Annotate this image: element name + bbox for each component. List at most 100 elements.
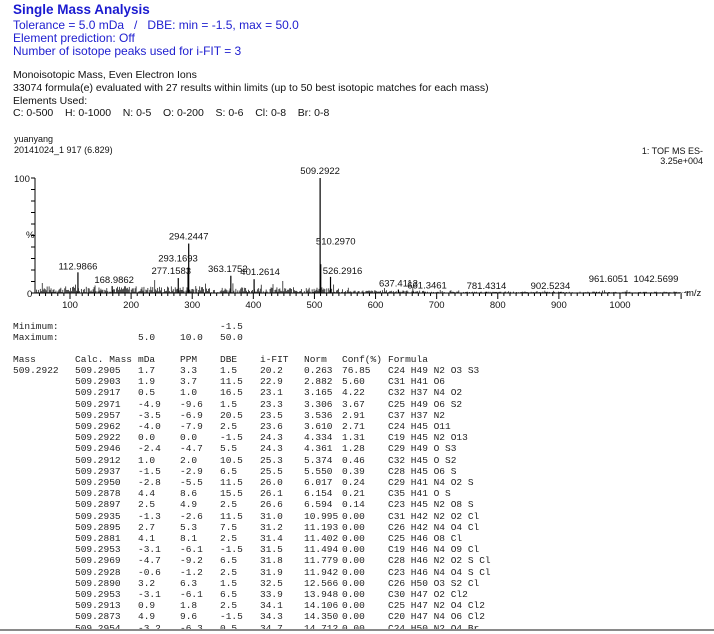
x-unit-label: m/z bbox=[686, 288, 702, 299]
peak-label: 293.1693 bbox=[158, 254, 198, 265]
table-cell: C24 H49 N2 O3 S3 bbox=[388, 365, 480, 376]
table-cell: 3.67 bbox=[342, 399, 365, 410]
elements-label: Elements Used: bbox=[13, 95, 88, 107]
x-tick-label: 500 bbox=[307, 300, 323, 310]
table-cell: 509.2905 bbox=[75, 365, 121, 376]
table-cell: 1.5 bbox=[220, 365, 238, 376]
table-cell: C25 H49 O6 S2 bbox=[388, 399, 463, 410]
table-cell: 23.3 bbox=[260, 399, 283, 410]
column-header: Mass bbox=[13, 354, 36, 365]
table-cell: -2.8 bbox=[138, 477, 161, 488]
table-cell: 26.6 bbox=[260, 499, 283, 510]
table-cell: 509.2890 bbox=[75, 578, 121, 589]
table-cell: 31.8 bbox=[260, 555, 283, 566]
table-cell: 509.2873 bbox=[75, 611, 121, 622]
table-cell: 4.361 bbox=[304, 443, 333, 454]
table-cell: 33.9 bbox=[260, 589, 283, 600]
table-cell: 24.3 bbox=[260, 443, 283, 454]
table-cell: C28 H45 O6 S bbox=[388, 466, 457, 477]
x-tick-label: 400 bbox=[245, 300, 261, 310]
table-cell: 0.00 bbox=[342, 600, 365, 611]
table-cell: 26.1 bbox=[260, 488, 283, 499]
x-tick-label: 100 bbox=[62, 300, 78, 310]
element-prediction: Element prediction: Off bbox=[13, 31, 135, 45]
table-cell: 0.263 bbox=[304, 365, 333, 376]
table-cell: 0.14 bbox=[342, 499, 365, 510]
isotope-peaks: Number of isotope peaks used for i-FIT =… bbox=[13, 44, 242, 58]
table-cell: 2.5 bbox=[220, 600, 238, 611]
table-cell: 509.2913 bbox=[75, 600, 121, 611]
table-cell: 8.1 bbox=[180, 533, 198, 544]
table-cell: 509.2969 bbox=[75, 555, 121, 566]
x-tick-label: 300 bbox=[184, 300, 200, 310]
y-label-100: 100 bbox=[14, 174, 30, 185]
table-cell: 0.39 bbox=[342, 466, 365, 477]
elements-list: C: 0-500 H: 0-1000 N: 0-5 O: 0-200 S: 0-… bbox=[13, 107, 330, 119]
peak-label: 401.2614 bbox=[240, 267, 280, 278]
table-cell: 509.2922 bbox=[75, 432, 121, 443]
table-cell: 10.5 bbox=[220, 455, 243, 466]
table-cell: 3.306 bbox=[304, 399, 333, 410]
table-cell: 4.4 bbox=[138, 488, 156, 499]
peak-label: 661.3461 bbox=[407, 281, 447, 292]
table-cell: 5.374 bbox=[304, 455, 333, 466]
table-cell: C32 H45 O S2 bbox=[388, 455, 457, 466]
mass-type: Monoisotopic Mass, Even Electron Ions bbox=[13, 69, 197, 81]
table-cell: 14.350 bbox=[304, 611, 339, 622]
table-cell: C25 H47 N2 O4 Cl2 bbox=[388, 600, 485, 611]
table-cell: 2.5 bbox=[220, 499, 238, 510]
table-cell: -4.0 bbox=[138, 421, 161, 432]
table-cell: 4.9 bbox=[138, 611, 156, 622]
table-cell: 3.165 bbox=[304, 387, 333, 398]
table-cell: 3.3 bbox=[180, 365, 198, 376]
table-cell: 0.00 bbox=[342, 555, 365, 566]
table-cell: C32 H37 N4 O2 bbox=[388, 387, 463, 398]
table-cell: -6.9 bbox=[180, 410, 203, 421]
table-cell: 34.3 bbox=[260, 611, 283, 622]
peak-label: 961.6051 bbox=[589, 274, 629, 285]
table-cell: 15.5 bbox=[220, 488, 243, 499]
table-cell: 509.2950 bbox=[75, 477, 121, 488]
table-cell: C19 H46 N4 O9 Cl bbox=[388, 544, 480, 555]
table-cell: 10.995 bbox=[304, 511, 339, 522]
table-cell: 23.6 bbox=[260, 421, 283, 432]
table-cell: 4.22 bbox=[342, 387, 365, 398]
table-cell: 6.594 bbox=[304, 499, 333, 510]
table-cell: C35 H41 O S bbox=[388, 488, 451, 499]
peak-label: 526.2916 bbox=[323, 266, 363, 277]
table-cell: C37 H37 N2 bbox=[388, 410, 446, 421]
table-cell: 11.494 bbox=[304, 544, 339, 555]
table-cell: 20.5 bbox=[220, 410, 243, 421]
table-cell: 32.5 bbox=[260, 578, 283, 589]
table-cell: 24.3 bbox=[260, 432, 283, 443]
table-cell: 23.5 bbox=[260, 410, 283, 421]
table-cell: 3.2 bbox=[138, 578, 156, 589]
tolerance-line: Tolerance = 5.0 mDa / DBE: min = -1.5, m… bbox=[13, 18, 299, 32]
minimum-dbe: -1.5 bbox=[220, 321, 243, 332]
table-cell: C30 H47 O2 Cl2 bbox=[388, 589, 468, 600]
x-tick-label: 200 bbox=[123, 300, 139, 310]
peak-label: 510.2970 bbox=[316, 236, 356, 247]
column-header: Calc. Mass bbox=[75, 354, 133, 365]
column-header: PPM bbox=[180, 354, 198, 365]
table-cell: -6.1 bbox=[180, 544, 203, 555]
table-cell: 0.9 bbox=[138, 600, 156, 611]
evaluation-summary: 33074 formula(e) evaluated with 27 resul… bbox=[13, 82, 489, 94]
table-cell: 12.566 bbox=[304, 578, 339, 589]
table-cell: 509.2953 bbox=[75, 544, 121, 555]
table-cell: 7.5 bbox=[220, 522, 238, 533]
peak-label: 294.2447 bbox=[169, 232, 209, 243]
table-cell: -1.2 bbox=[180, 567, 203, 578]
table-cell: 34.1 bbox=[260, 600, 283, 611]
user-name: yuanyang bbox=[14, 134, 54, 144]
table-cell: 2.7 bbox=[138, 522, 156, 533]
peak-label: 509.2922 bbox=[300, 166, 340, 177]
table-cell: 0.21 bbox=[342, 488, 365, 499]
x-tick-label: 900 bbox=[551, 300, 567, 310]
table-cell: 2.91 bbox=[342, 410, 365, 421]
table-cell: C31 H42 N2 O2 Cl bbox=[388, 511, 480, 522]
table-cell: 509.2917 bbox=[75, 387, 121, 398]
table-cell: 14.106 bbox=[304, 600, 339, 611]
table-cell: 31.9 bbox=[260, 567, 283, 578]
table-cell: C23 H46 N4 O4 S Cl bbox=[388, 567, 491, 578]
